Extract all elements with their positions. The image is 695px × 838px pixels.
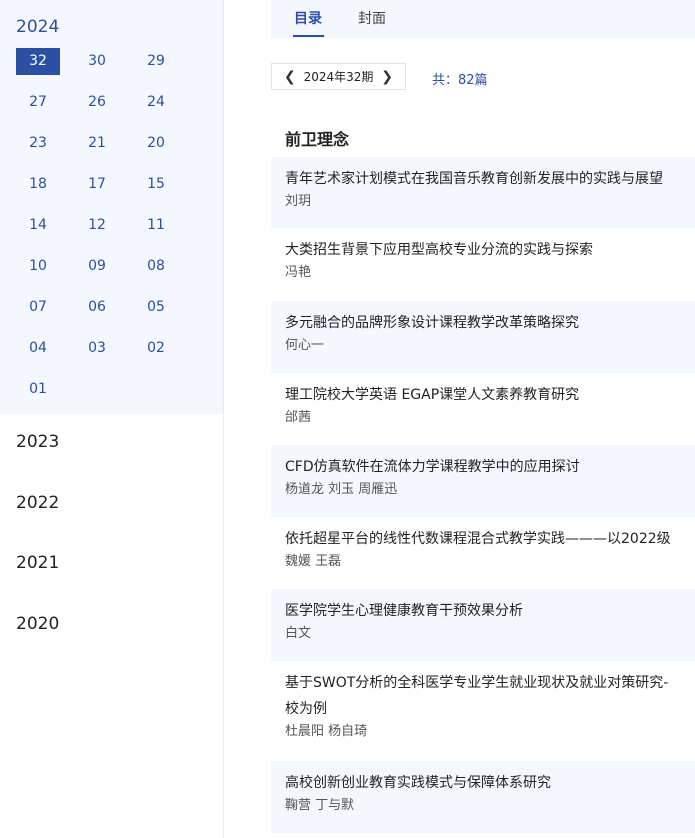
article-title[interactable]: 青年艺术家计划模式在我国音乐教育创新发展中的实践与展望 — [285, 166, 695, 192]
article-title[interactable]: 依托超星平台的线性代数课程混合式教学实践———以2022级 — [285, 526, 695, 552]
article-authors: 杜晨阳 杨自琦 — [285, 724, 368, 739]
article-authors: 刘玥 — [285, 194, 312, 209]
year-2024[interactable]: 2024 — [16, 17, 59, 37]
article-authors: 冯艳 — [285, 265, 312, 280]
article-title[interactable]: 理工院校大学英语 EGAP课堂人文素养教育研究 — [285, 382, 695, 408]
article-authors: 邰茜 — [285, 410, 312, 425]
issue-link[interactable]: 11 — [134, 212, 178, 239]
issue-link[interactable]: 15 — [134, 171, 178, 198]
article-authors: 鞠营 丁与默 — [285, 798, 355, 813]
issue-link[interactable]: 21 — [75, 130, 119, 157]
article-authors: 杨道龙 刘玉 周雁迅 — [285, 482, 398, 497]
article-title[interactable]: 高校创新创业教育实践模式与保障体系研究 — [285, 770, 695, 796]
year-2022[interactable]: 2022 — [16, 493, 59, 513]
issue-link[interactable]: 03 — [75, 335, 119, 362]
issue-link[interactable]: 08 — [134, 253, 178, 280]
article-item[interactable]: 理工院校大学英语 EGAP课堂人文素养教育研究邰茜 — [271, 373, 695, 445]
article-title[interactable]: 基于SWOT分析的全科医学专业学生就业现状及就业对策研究- — [285, 670, 695, 696]
article-authors: 何心一 — [285, 338, 325, 353]
article-item[interactable]: 大类招生背景下应用型高校专业分流的实践与探索冯艳 — [271, 228, 695, 300]
year-2023[interactable]: 2023 — [16, 432, 59, 452]
tab-cover[interactable]: 封面 — [358, 8, 386, 28]
issue-link[interactable]: 18 — [16, 171, 60, 198]
tab-contents[interactable]: 目录 — [294, 8, 322, 28]
year-2020[interactable]: 2020 — [16, 614, 59, 634]
article-title[interactable]: 多元融合的品牌形象设计课程教学改革策略探究 — [285, 310, 695, 336]
issue-link[interactable]: 26 — [75, 89, 119, 116]
article-authors: 魏媛 王磊 — [285, 554, 342, 569]
article-authors: 白文 — [285, 626, 312, 641]
issue-link[interactable]: 27 — [16, 89, 60, 116]
year-issue-sidebar: 2024 32 30 29 27 26 24 23 21 20 18 17 15 14 12 11 10 09 0… — [0, 0, 224, 838]
chevron-left-icon[interactable]: ❮ — [284, 70, 296, 84]
issues-grid: 32 30 29 27 26 24 23 21 20 18 17 15 14 12 11 10 09 08 07 06… — [16, 48, 178, 403]
section-title: 前卫理念 — [285, 130, 350, 149]
issue-link[interactable]: 02 — [134, 335, 178, 362]
issue-link[interactable]: 07 — [16, 294, 60, 321]
article-item[interactable]: 青年艺术家计划模式在我国音乐教育创新发展中的实践与展望刘玥 — [271, 157, 695, 228]
tabs-bar: 目录 封面 — [271, 0, 695, 38]
article-item[interactable]: 依托超星平台的线性代数课程混合式教学实践———以2022级魏媛 王磊 — [271, 517, 695, 589]
issue-link[interactable]: 30 — [75, 48, 119, 75]
issue-link[interactable]: 29 — [134, 48, 178, 75]
issue-link[interactable]: 17 — [75, 171, 119, 198]
article-count: 共：82篇 — [432, 73, 488, 88]
issue-link[interactable]: 10 — [16, 253, 60, 280]
article-item[interactable]: 基于SWOT分析的全科医学专业学生就业现状及就业对策研究- 校为例杜晨阳 杨自琦 — [271, 661, 695, 759]
issue-link[interactable]: 32 — [16, 48, 60, 75]
article-item[interactable]: 多元融合的品牌形象设计课程教学改革策略探究何心一 — [271, 301, 695, 373]
issue-link[interactable]: 24 — [134, 89, 178, 116]
issue-link[interactable]: 01 — [16, 376, 60, 403]
chevron-right-icon[interactable]: ❯ — [381, 70, 393, 84]
issue-link[interactable]: 23 — [16, 130, 60, 157]
article-title[interactable]: 医学院学生心理健康教育干预效果分析 — [285, 598, 695, 624]
active-tab-indicator — [293, 35, 324, 37]
issue-link[interactable]: 04 — [16, 335, 60, 362]
current-issue-label: 2024年32期 — [303, 70, 374, 84]
issue-link[interactable]: 12 — [75, 212, 119, 239]
article-title[interactable]: 大类招生背景下应用型高校专业分流的实践与探索 — [285, 237, 695, 263]
issue-link[interactable]: 09 — [75, 253, 119, 280]
issue-navigator: ❮ 2024年32期 ❯ — [271, 63, 406, 90]
year-2024-block: 2024 32 30 29 27 26 24 23 21 20 18 17 15 14 12 11 10 09 0… — [0, 0, 223, 414]
issue-link[interactable]: 20 — [134, 130, 178, 157]
article-title-continued[interactable]: 校为例 — [285, 696, 695, 722]
year-2021[interactable]: 2021 — [16, 553, 59, 573]
article-item[interactable]: 高校创新创业教育实践模式与保障体系研究鞠营 丁与默 — [271, 761, 695, 833]
issue-link[interactable]: 14 — [16, 212, 60, 239]
article-title[interactable]: CFD仿真软件在流体力学课程教学中的应用探讨 — [285, 454, 695, 480]
issue-link[interactable]: 06 — [75, 294, 119, 321]
article-item[interactable]: 医学院学生心理健康教育干预效果分析白文 — [271, 589, 695, 661]
issue-link[interactable]: 05 — [134, 294, 178, 321]
article-item[interactable]: CFD仿真软件在流体力学课程教学中的应用探讨杨道龙 刘玉 周雁迅 — [271, 445, 695, 517]
